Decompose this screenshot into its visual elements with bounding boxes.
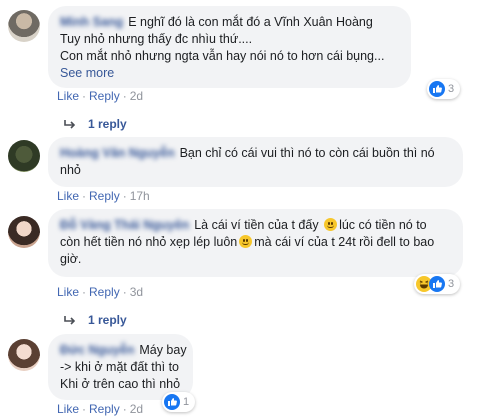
replies-count: 1 reply bbox=[88, 313, 127, 327]
comment-text-line: E nghĩ đó là con mắt đó a Vĩnh Xuân Hoàn… bbox=[128, 15, 373, 29]
smile-emoji-icon bbox=[239, 235, 253, 248]
view-replies-link[interactable]: 1 reply bbox=[64, 313, 127, 327]
reply-button[interactable]: Reply bbox=[89, 285, 120, 299]
comment-bubble: Hoàng Văn Nguyễn Bạn chỉ có cái vui thì n… bbox=[48, 137, 463, 187]
comment-actions: Like · Reply · 2d bbox=[57, 89, 144, 103]
author-name[interactable]: Minh Sang bbox=[60, 15, 123, 29]
comment-text-line: nhỏ bbox=[60, 163, 81, 177]
reaction-summary[interactable]: 3 bbox=[427, 79, 461, 99]
avatar[interactable] bbox=[8, 216, 40, 248]
reaction-summary[interactable]: 1 bbox=[162, 392, 196, 412]
smile-emoji-icon bbox=[324, 218, 338, 231]
like-button[interactable]: Like bbox=[57, 285, 79, 299]
comment-text-line: Bạn chỉ có cái vui thì nó to còn cái buồ… bbox=[179, 146, 435, 160]
timestamp[interactable]: 2d bbox=[130, 402, 143, 416]
timestamp[interactable]: 3d bbox=[130, 285, 143, 299]
comment-actions: Like · Reply · 3d bbox=[57, 285, 144, 299]
comment-bubble: Đỗ Vàng Thái Nguyên Là cái ví tiền của t … bbox=[48, 209, 463, 277]
comment-text-line: giờ. bbox=[60, 252, 82, 266]
comment-text-line: -> khi ở mặt đất thì to bbox=[60, 360, 180, 374]
comment-text-line: Tuy nhỏ nhưng thấy đc nhìu thứ.... bbox=[60, 32, 253, 46]
reaction-count: 3 bbox=[448, 83, 455, 95]
author-name[interactable]: Đức Nguyễn bbox=[60, 343, 134, 357]
comment-bubble: Đức Nguyễn Máy bay -> khi ở mặt đất thì t… bbox=[48, 334, 193, 400]
comment-actions: Like · Reply · 2d bbox=[57, 402, 144, 416]
see-more-link[interactable]: See more bbox=[60, 65, 399, 82]
view-replies-link[interactable]: 1 reply bbox=[64, 117, 127, 131]
reaction-count: 1 bbox=[183, 396, 190, 408]
reaction-count: 3 bbox=[448, 278, 455, 290]
comment-text-line: lúc có tiền nó to bbox=[339, 218, 427, 232]
comment-text-line: mà cái ví của t 24t rồi đell to bao bbox=[254, 235, 435, 249]
reply-button[interactable]: Reply bbox=[89, 89, 120, 103]
replies-count: 1 reply bbox=[88, 117, 127, 131]
reply-arrow-icon bbox=[64, 119, 76, 129]
like-button[interactable]: Like bbox=[57, 189, 79, 203]
author-name[interactable]: Hoàng Văn Nguyễn bbox=[60, 146, 175, 160]
comment-text-line: Khi ở trên cao thì nhỏ bbox=[60, 377, 181, 391]
reply-button[interactable]: Reply bbox=[89, 402, 120, 416]
comment-bubble: Minh Sang E nghĩ đó là con mắt đó a Vĩnh … bbox=[48, 6, 411, 88]
timestamp[interactable]: 17h bbox=[130, 189, 150, 203]
comment-text-line: Con mắt nhỏ nhưng ngta vẫn hay nói nó to… bbox=[60, 49, 385, 63]
avatar[interactable] bbox=[8, 10, 40, 42]
avatar[interactable] bbox=[8, 339, 40, 371]
comment-text-line: Máy bay bbox=[139, 343, 187, 357]
comment-text-line: Là cái ví tiền của t đấy bbox=[194, 218, 319, 232]
comment-text-line: còn hết tiền nó nhỏ xẹp lép luôn bbox=[60, 235, 238, 249]
comment-actions: Like · Reply · 17h bbox=[57, 189, 150, 203]
avatar[interactable] bbox=[8, 140, 40, 172]
reply-button[interactable]: Reply bbox=[89, 189, 120, 203]
like-reaction-icon bbox=[429, 81, 445, 97]
reaction-summary[interactable]: 3 bbox=[414, 274, 461, 294]
like-reaction-icon bbox=[164, 394, 180, 410]
reply-arrow-icon bbox=[64, 315, 76, 325]
like-button[interactable]: Like bbox=[57, 402, 79, 416]
like-button[interactable]: Like bbox=[57, 89, 79, 103]
like-reaction-icon bbox=[429, 276, 445, 292]
author-name[interactable]: Đỗ Vàng Thái Nguyên bbox=[60, 218, 189, 232]
timestamp[interactable]: 2d bbox=[130, 89, 143, 103]
